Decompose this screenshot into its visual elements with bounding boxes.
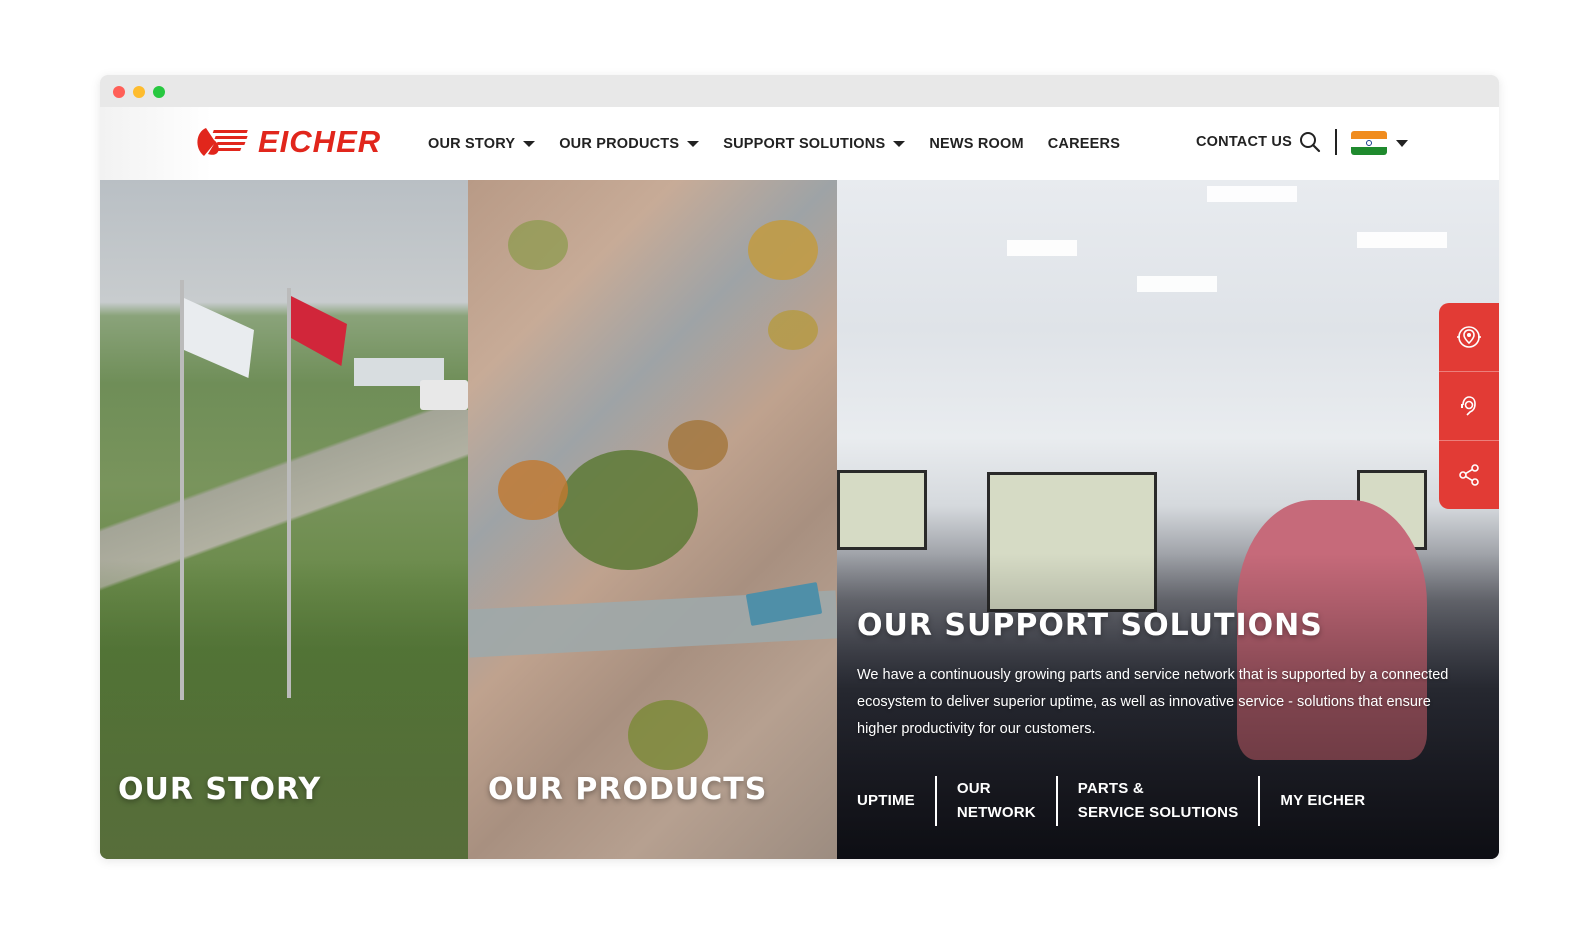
maximize-window-button[interactable] xyxy=(153,86,165,98)
story-image-flagpole xyxy=(180,280,184,700)
location-icon xyxy=(1457,326,1481,348)
link-label: SERVICE SOLUTIONS xyxy=(1077,804,1239,821)
nav-item-careers[interactable]: CAREERS xyxy=(1048,136,1120,152)
our-products-title[interactable]: OUR PRODUCTS xyxy=(488,772,767,807)
browser-window: EICHER OUR STORY OUR PRODUCTS SUPPORT SO… xyxy=(100,75,1499,859)
my-eicher-link[interactable]: MY EICHER xyxy=(1280,789,1365,813)
nav-item-our-story[interactable]: OUR STORY xyxy=(428,135,536,152)
nav-item-our-products[interactable]: OUR PRODUCTS xyxy=(559,135,700,152)
products-image-tree xyxy=(748,220,818,280)
products-image-tree xyxy=(628,700,708,770)
customer-support-button[interactable] xyxy=(1439,372,1499,440)
minimize-window-button[interactable] xyxy=(133,86,145,98)
products-image-tree xyxy=(668,420,728,470)
link-label: PARTS & xyxy=(1077,780,1144,797)
link-label: OUR xyxy=(956,780,991,797)
search-icon[interactable] xyxy=(1299,131,1321,153)
window-titlebar xyxy=(100,75,1499,107)
india-flag-icon[interactable] xyxy=(1351,131,1387,155)
our-story-title[interactable]: OUR STORY xyxy=(118,772,321,807)
eicher-logo[interactable]: EICHER xyxy=(192,124,381,160)
products-image-tree xyxy=(508,220,568,270)
story-image-bus xyxy=(420,380,468,410)
nav-item-label: OUR STORY xyxy=(428,135,516,152)
nav-item-label: OUR PRODUCTS xyxy=(559,135,680,152)
our-support-solutions-title[interactable]: OUR SUPPORT SOLUTIONS xyxy=(857,608,1323,643)
support-description: We have a continuously growing parts and… xyxy=(857,667,1449,737)
story-image-flagpole xyxy=(287,288,291,698)
hero-panels: OUR STORY OUR PRODUCTS OUR SUPPORT SOLUT… xyxy=(100,180,1499,859)
brand-name: EICHER xyxy=(258,124,382,159)
chevron-down-icon xyxy=(523,140,536,147)
story-image-white-flag xyxy=(184,298,254,378)
dealer-locator-button[interactable] xyxy=(1439,303,1499,371)
share-icon xyxy=(1459,464,1479,486)
link-label: UPTIME xyxy=(857,792,915,809)
support-sub-links: UPTIME OUR NETWORK PARTS & SERVICE SOLUT… xyxy=(857,776,1365,826)
link-label: MY EICHER xyxy=(1280,792,1366,809)
nav-item-label: SUPPORT SOLUTIONS xyxy=(723,135,886,152)
link-label: NETWORK xyxy=(956,804,1036,821)
quick-actions-widget xyxy=(1439,303,1499,509)
story-image-grass xyxy=(100,560,468,859)
close-window-button[interactable] xyxy=(113,86,125,98)
link-divider xyxy=(1258,776,1261,826)
our-story-panel[interactable]: OUR STORY xyxy=(100,180,468,859)
uptime-link[interactable]: UPTIME xyxy=(857,789,915,813)
our-network-link[interactable]: OUR NETWORK xyxy=(957,777,1036,825)
contact-us-link[interactable]: CONTACT US xyxy=(1196,134,1292,150)
country-dropdown-chevron-icon[interactable] xyxy=(1396,140,1408,147)
eicher-logo-mark-icon xyxy=(197,128,248,156)
chevron-down-icon xyxy=(687,140,700,147)
header-divider xyxy=(1335,129,1337,155)
nav-item-news-room[interactable]: NEWS ROOM xyxy=(929,136,1023,152)
support-agent-icon xyxy=(1461,396,1476,416)
support-image-overlay xyxy=(837,180,1499,859)
share-button[interactable] xyxy=(1439,441,1499,509)
our-support-solutions-panel[interactable]: OUR SUPPORT SOLUTIONS We have a continuo… xyxy=(837,180,1499,859)
products-image-tree xyxy=(768,310,818,350)
nav-item-support-solutions[interactable]: SUPPORT SOLUTIONS xyxy=(723,135,906,152)
chevron-down-icon xyxy=(893,140,906,147)
nav-item-label: CAREERS xyxy=(1047,135,1121,152)
story-image-red-flag xyxy=(291,296,347,366)
parts-service-solutions-link[interactable]: PARTS & SERVICE SOLUTIONS xyxy=(1078,777,1239,825)
link-divider xyxy=(934,776,937,826)
our-products-panel[interactable]: OUR PRODUCTS xyxy=(468,180,837,859)
site-header: EICHER OUR STORY OUR PRODUCTS SUPPORT SO… xyxy=(100,107,1499,180)
nav-item-label: NEWS ROOM xyxy=(929,135,1024,152)
link-divider xyxy=(1055,776,1058,826)
main-nav: OUR STORY OUR PRODUCTS SUPPORT SOLUTIONS… xyxy=(428,107,1144,180)
products-image-tree xyxy=(498,460,568,520)
products-image-tree xyxy=(558,450,698,570)
